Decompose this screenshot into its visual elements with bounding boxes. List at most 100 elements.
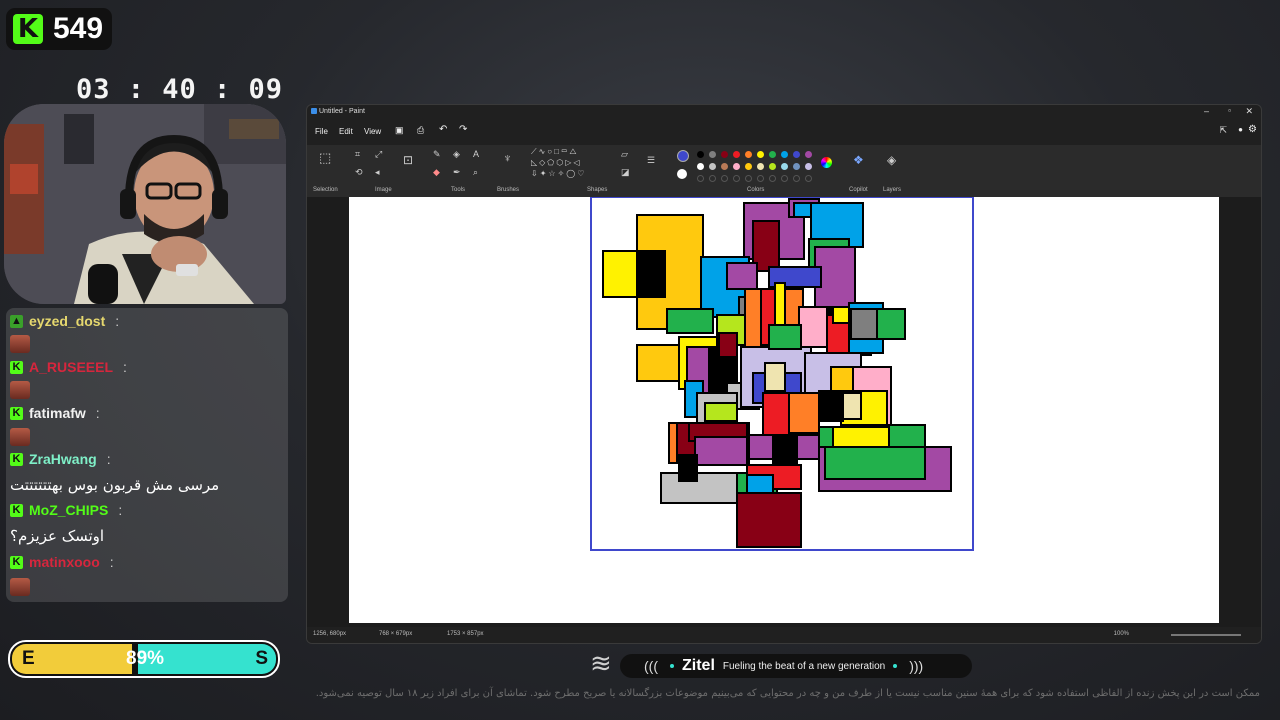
chat-username: MoZ_CHIPS xyxy=(29,502,109,518)
shapes-row-icon[interactable]: ⇩✦☆✧◯♡ xyxy=(531,169,586,179)
secondary-color[interactable] xyxy=(677,169,687,179)
color-swatch[interactable] xyxy=(709,163,716,170)
title-bar: Untitled - Paint – ▫ ✕ xyxy=(307,105,1261,119)
save-icon[interactable]: ▣ xyxy=(395,125,404,136)
selection-icon[interactable]: ⬚ xyxy=(319,151,331,164)
dot-icon xyxy=(893,664,898,668)
undo-icon[interactable]: ↶ xyxy=(439,124,447,135)
chat-separator: : xyxy=(118,502,123,518)
redo-icon[interactable]: ↷ xyxy=(459,124,467,135)
group-label: Copilot xyxy=(849,187,868,193)
color-swatch[interactable] xyxy=(745,163,752,170)
copilot-icon[interactable]: ❖ xyxy=(853,154,864,166)
color-swatch[interactable] xyxy=(745,151,752,158)
magnifier-icon[interactable]: ⌕ xyxy=(473,167,478,177)
chat-username: A_RUSEEEL xyxy=(29,359,114,375)
energy-meter: E 89% S xyxy=(8,640,280,678)
layers-icon[interactable]: ◈ xyxy=(887,154,896,166)
maximize-button[interactable]: ▫ xyxy=(1228,106,1231,115)
group-label: Brushes xyxy=(497,187,520,193)
menu-file[interactable]: File xyxy=(315,127,328,136)
color-swatch[interactable] xyxy=(733,163,740,170)
group-label: Shapes xyxy=(587,187,608,193)
status-bar: 1256, 680px 768 × 679px 1753 × 857px 100… xyxy=(307,627,1261,643)
energy-percent: 89% xyxy=(126,648,165,669)
canvas[interactable] xyxy=(349,196,1219,623)
color-swatch[interactable] xyxy=(721,163,728,170)
edit-colors-icon[interactable] xyxy=(821,157,832,168)
color-picker-icon[interactable]: ✒ xyxy=(453,167,461,177)
color-swatch[interactable] xyxy=(709,151,716,158)
flip-icon[interactable]: ◂ xyxy=(375,167,380,177)
settings-icon[interactable]: ⚙ xyxy=(1248,124,1257,135)
menu-bar: File Edit View ▣ ⎙ ↶ ↷ ⇱ ● ⚙ xyxy=(307,119,1261,145)
energy-right-label: S xyxy=(255,648,268,669)
banner-tagline: Fueling the beat of a new generation xyxy=(722,660,886,672)
custom-color-slot[interactable] xyxy=(721,175,728,182)
kick-badge-icon: K xyxy=(10,452,23,466)
color-swatch[interactable] xyxy=(721,151,728,158)
canvas-area xyxy=(307,196,1261,627)
shapes-gallery-icon[interactable]: ⟋∿○□▭△ xyxy=(531,147,579,157)
chat-username: eyzed_dost xyxy=(29,313,106,329)
custom-color-slot[interactable] xyxy=(709,175,716,182)
color-swatch[interactable] xyxy=(805,163,812,170)
color-swatch[interactable] xyxy=(697,163,704,170)
canvas-size: 1753 × 857px xyxy=(447,631,484,637)
minimize-button[interactable]: – xyxy=(1204,106,1209,116)
pencil-icon[interactable]: ✎ xyxy=(433,149,441,159)
chat-message: K MoZ_CHIPS : xyxy=(10,502,122,518)
account-icon[interactable]: ● xyxy=(1238,125,1243,134)
chat-separator: : xyxy=(123,359,127,375)
shape-fill-icon[interactable]: ◪ xyxy=(621,167,630,177)
menu-view[interactable]: View xyxy=(364,127,381,136)
outline-icon[interactable]: ▱ xyxy=(621,149,628,159)
resize-icon[interactable]: ⤢ xyxy=(375,149,382,159)
custom-color-slot[interactable] xyxy=(781,175,788,182)
color-swatch[interactable] xyxy=(793,151,800,158)
primary-color[interactable] xyxy=(677,150,689,162)
custom-color-slot[interactable] xyxy=(697,175,704,182)
color-swatch[interactable] xyxy=(793,163,800,170)
color-swatch[interactable] xyxy=(757,151,764,158)
group-label: Image xyxy=(375,187,392,193)
color-swatch[interactable] xyxy=(733,151,740,158)
zoom-slider[interactable] xyxy=(1171,634,1241,636)
custom-color-slot[interactable] xyxy=(757,175,764,182)
chat-separator: : xyxy=(95,405,100,421)
size-icon[interactable]: ☰ xyxy=(647,155,655,165)
stream-timer: 03 : 40 : 09 xyxy=(76,74,284,105)
text-icon[interactable]: A xyxy=(473,149,479,159)
shapes-row-icon[interactable]: ◺◇⬠⬡▷◁ xyxy=(531,158,582,168)
custom-color-slot[interactable] xyxy=(733,175,740,182)
eraser-icon[interactable]: ◆ xyxy=(433,167,440,177)
image-select-icon[interactable]: ⊡ xyxy=(403,154,413,166)
ribbon-toolbar: ⬚ Selection ⌗ ⤢ ⊡ ⟲ ◂ Image ✎ ◈ A ◆ ✒ ⌕ … xyxy=(307,145,1261,197)
close-button[interactable]: ✕ xyxy=(1245,106,1253,117)
custom-color-slot[interactable] xyxy=(793,175,800,182)
zoom-level[interactable]: 100% xyxy=(1114,631,1129,637)
color-swatch[interactable] xyxy=(805,151,812,158)
kick-badge-icon: K xyxy=(10,360,23,374)
emote-icon xyxy=(10,335,30,353)
menu-edit[interactable]: Edit xyxy=(339,127,353,136)
fill-icon[interactable]: ◈ xyxy=(453,149,460,159)
color-swatch[interactable] xyxy=(781,163,788,170)
custom-color-slot[interactable] xyxy=(769,175,776,182)
color-swatch[interactable] xyxy=(769,163,776,170)
color-swatch[interactable] xyxy=(769,151,776,158)
badge-icon: ▲ xyxy=(10,314,23,328)
color-swatch[interactable] xyxy=(781,151,788,158)
rotate-icon[interactable]: ⟲ xyxy=(355,167,363,177)
chat-separator: : xyxy=(109,554,114,570)
open-icon[interactable]: ⎙ xyxy=(417,125,424,136)
color-swatch[interactable] xyxy=(757,163,764,170)
crop-icon[interactable]: ⌗ xyxy=(355,149,360,159)
share-icon[interactable]: ⇱ xyxy=(1219,125,1227,136)
custom-color-slot[interactable] xyxy=(805,175,812,182)
color-swatch[interactable] xyxy=(697,151,704,158)
brush-icon[interactable]: ♆ xyxy=(503,152,512,164)
kick-badge-icon: K xyxy=(10,503,23,517)
chat-username: fatimafw xyxy=(29,405,86,421)
custom-color-slot[interactable] xyxy=(745,175,752,182)
